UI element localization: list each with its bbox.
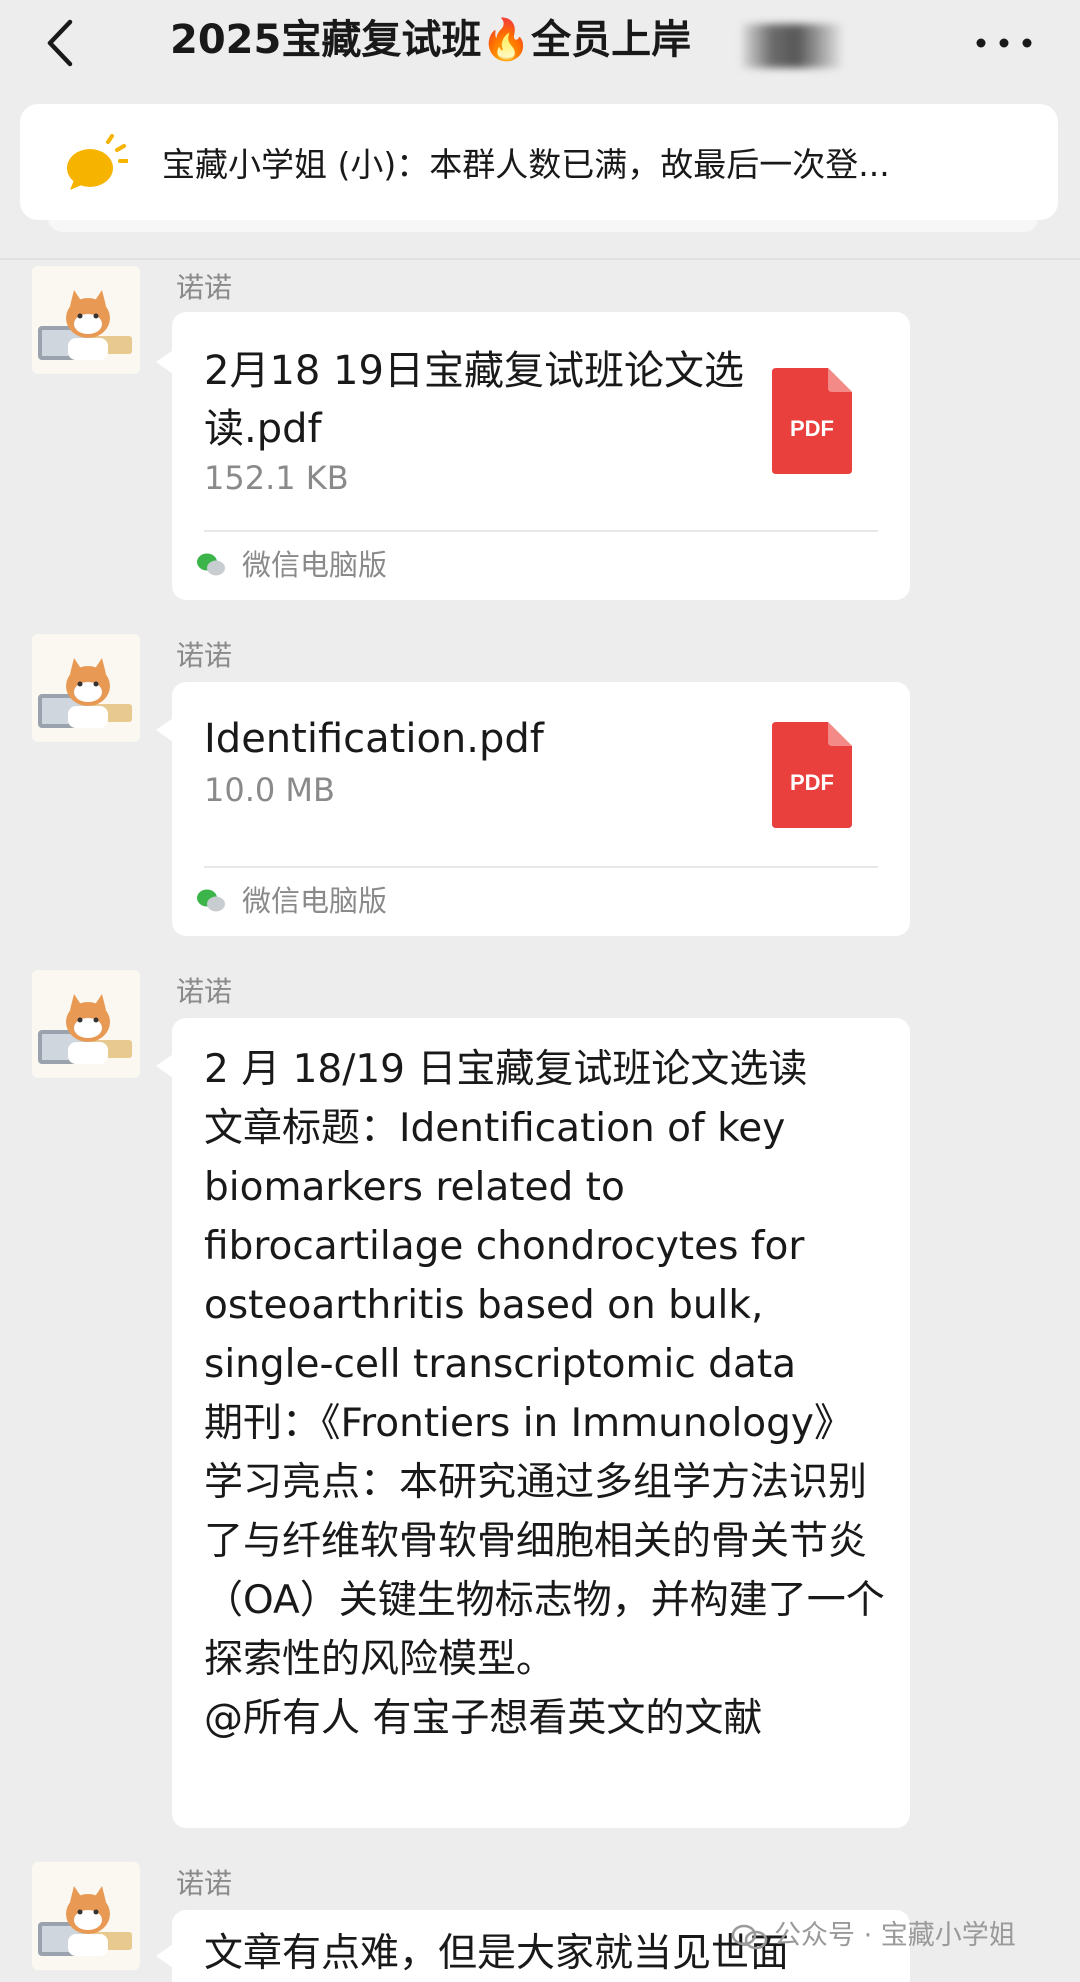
bubble-tail <box>156 350 173 374</box>
avatar[interactable] <box>32 266 140 374</box>
message-text: 2 月 18/19 日宝藏复试班论文选读 文章标题：Identification… <box>204 1047 885 1741</box>
wechat-official-account-icon <box>731 1924 768 1949</box>
file-size: 152.1 KB <box>204 459 349 497</box>
wechat-icon <box>197 553 225 576</box>
bubble-tail <box>156 1944 173 1968</box>
file-message-bubble[interactable]: Identification.pdf 10.0 MB PDF 微信电脑版 <box>172 682 910 936</box>
bubble-tail <box>156 1054 173 1078</box>
chat-title[interactable]: 2025宝藏复试班🔥全员上岸 <box>170 12 691 68</box>
pdf-file-icon: PDF <box>772 368 852 474</box>
file-name: Identification.pdf <box>204 716 544 762</box>
bubble-separator <box>204 866 878 868</box>
svg-text:PDF: PDF <box>790 416 834 441</box>
svg-text:PDF: PDF <box>790 770 834 795</box>
file-size: 10.0 MB <box>204 771 335 809</box>
bubble-tail <box>156 718 173 742</box>
cat-avatar-icon <box>38 290 132 360</box>
more-dots-icon[interactable] <box>976 38 1032 48</box>
cat-avatar-icon <box>38 994 132 1064</box>
back-arrow-icon[interactable] <box>40 16 80 70</box>
redacted-region <box>742 24 842 68</box>
avatar[interactable] <box>32 970 140 1078</box>
sender-name: 诺诺 <box>176 975 233 1008</box>
avatar[interactable] <box>32 1862 140 1970</box>
text-message-bubble[interactable]: 2 月 18/19 日宝藏复试班论文选读 文章标题：Identification… <box>172 1018 910 1828</box>
bulb-icon <box>67 134 128 190</box>
sender-name: 诺诺 <box>176 271 233 304</box>
watermark: 公众号 · 宝藏小学姐 <box>730 1918 1016 1954</box>
chat-header: 2025宝藏复试班🔥全员上岸 <box>0 0 1080 100</box>
wechat-icon <box>197 889 225 912</box>
announcement-text[interactable]: 宝藏小学姐 (小)：本群人数已满，故最后一次登... <box>162 140 890 190</box>
sender-name: 诺诺 <box>176 1867 233 1900</box>
source-label: 微信电脑版 <box>242 548 388 582</box>
pdf-file-icon: PDF <box>772 722 852 828</box>
bubble-separator <box>204 530 878 532</box>
avatar[interactable] <box>32 634 140 742</box>
cat-avatar-icon <box>38 1886 132 1956</box>
watermark-text: 公众号 · 宝藏小学姐 <box>774 1920 1016 1951</box>
file-name: 2月18 19日宝藏复试班论文选读.pdf <box>204 348 744 452</box>
cat-avatar-icon <box>38 658 132 728</box>
sender-name: 诺诺 <box>176 639 233 672</box>
source-label: 微信电脑版 <box>242 884 388 918</box>
divider <box>0 258 1080 260</box>
file-message-bubble[interactable]: 2月18 19日宝藏复试班论文选读.pdf 152.1 KB PDF 微信电脑版 <box>172 312 910 600</box>
